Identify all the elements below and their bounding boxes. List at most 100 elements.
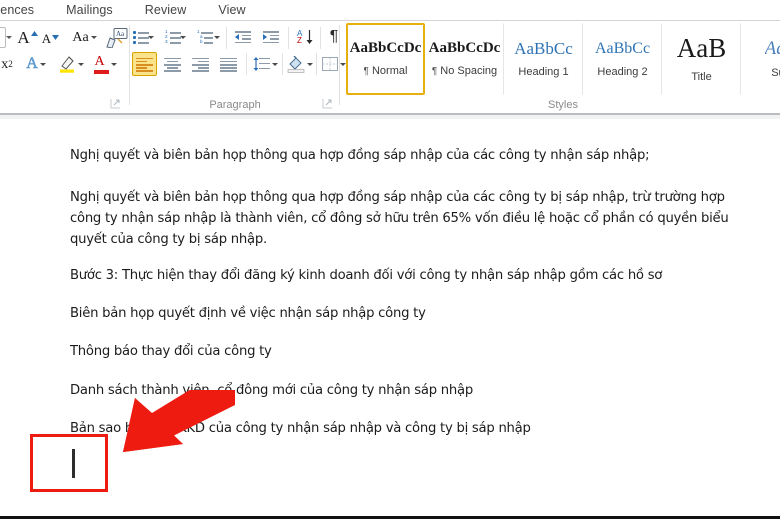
style-title[interactable]: AaB Title (662, 23, 741, 95)
decrease-indent-icon (235, 31, 252, 44)
multilevel-list-button[interactable]: 1 a b (196, 26, 221, 48)
grow-font-glyph: A (17, 28, 30, 47)
tab-mailings[interactable]: Mailings (50, 0, 129, 21)
paragraph-inner-divider-1 (226, 27, 227, 49)
text-cursor (72, 449, 75, 478)
font-dialog-launcher[interactable] (110, 98, 122, 110)
shading-icon (287, 55, 305, 73)
font-color-button[interactable]: A (92, 52, 118, 76)
bullets-icon (133, 30, 149, 44)
paragraph-styles-divider (339, 25, 340, 105)
style-heading-2[interactable]: AaBbCc Heading 2 (583, 23, 662, 95)
text-highlight-caret-icon (77, 62, 84, 66)
styles-group-label: Styles (548, 99, 578, 111)
styles-group: AaBbCcDc ¶ Normal AaBbCcDc ¶ No Spacing … (346, 21, 780, 113)
shrink-font-glyph: A (41, 31, 52, 46)
clear-formatting-button[interactable]: Aa (104, 25, 129, 50)
document-paragraph-2[interactable]: Nghị quyết và biên bản họp thông qua hợp… (70, 187, 750, 250)
align-center-button[interactable] (160, 52, 185, 76)
decrease-indent-button[interactable] (232, 26, 255, 48)
style-heading-1-label: Heading 1 (518, 66, 569, 78)
style-heading-2-label: Heading 2 (597, 65, 648, 78)
align-left-icon (136, 57, 153, 73)
document-paragraph-6[interactable]: Danh sách thành viên, cổ đông mới của cô… (70, 380, 770, 401)
style-subtitle-label: Sub (771, 67, 780, 79)
svg-text:Aa: Aa (116, 30, 125, 38)
style-no-spacing-label: ¶ No Spacing (431, 65, 498, 77)
numbering-button[interactable]: 1 2 3 (164, 26, 187, 48)
paragraph-inner-divider-4 (246, 53, 247, 75)
document-paragraph-7[interactable]: Bản sao hợp lệ ĐKKD của công ty nhận sáp… (70, 418, 770, 439)
superscript-button[interactable]: x 2 (0, 53, 20, 76)
style-title-label: Title (691, 71, 712, 83)
sort-button[interactable]: A Z (294, 26, 317, 48)
justify-button[interactable] (216, 52, 241, 76)
change-case-button[interactable]: Aa (68, 26, 101, 49)
style-no-spacing[interactable]: AaBbCcDc ¶ No Spacing (425, 23, 504, 95)
line-spacing-button[interactable] (252, 52, 279, 76)
multilevel-list-caret-icon (214, 35, 220, 39)
style-subtitle[interactable]: AaB Sub (741, 23, 780, 95)
borders-icon (321, 57, 338, 71)
document-paragraph-1[interactable]: Nghị quyết và biên bản họp thông qua hợp… (70, 145, 770, 166)
word-window: rences Mailings Review View A (0, 0, 780, 520)
align-right-icon (192, 57, 209, 73)
align-center-icon (164, 57, 181, 73)
font-size-dropdown-caret[interactable] (2, 27, 14, 48)
document-paragraph-3[interactable]: Bước 3: Thực hiện thay đổi đăng ký kinh … (70, 265, 770, 286)
clear-formatting-icon: Aa (105, 27, 127, 48)
ribbon-groups: A A Aa Aa x 2 A A 1 2 3 1 a b A Z ¶ Para… (0, 21, 780, 113)
style-title-preview: AaB (676, 35, 727, 62)
text-effects-caret-icon (39, 62, 46, 66)
shrink-font-arrow-icon (52, 34, 60, 40)
shrink-font-button[interactable]: A (40, 27, 61, 50)
font-color-icon: A (93, 54, 109, 74)
bullets-button[interactable] (132, 26, 155, 48)
borders-button[interactable] (320, 52, 347, 76)
tab-view[interactable]: View (202, 0, 261, 21)
line-spacing-caret-icon (272, 62, 278, 66)
align-left-button[interactable] (132, 52, 157, 76)
sort-icon: A Z (297, 29, 314, 45)
line-spacing-icon (253, 57, 270, 71)
document-paragraph-4[interactable]: Biên bản họp quyết định về việc nhận sáp… (70, 303, 770, 324)
grow-font-button[interactable]: A (16, 26, 39, 49)
style-heading-2-preview: AaBbCc (594, 40, 651, 57)
tab-references[interactable]: rences (0, 0, 50, 21)
paragraph-group-label: Paragraph (209, 99, 261, 111)
styles-gallery: AaBbCcDc ¶ Normal AaBbCcDc ¶ No Spacing … (346, 23, 780, 95)
style-normal-preview: AaBbCcDc (349, 41, 422, 56)
style-normal[interactable]: AaBbCcDc ¶ Normal (346, 23, 425, 95)
text-effects-glyph: A (26, 55, 38, 72)
paragraph-inner-divider-3 (320, 27, 321, 49)
tab-review[interactable]: Review (129, 0, 203, 21)
style-normal-label: ¶ Normal (363, 65, 408, 77)
document-paragraph-5[interactable]: Thông báo thay đổi của công ty (70, 341, 770, 362)
text-effects-button[interactable]: A (24, 52, 48, 76)
style-heading-1[interactable]: AaBbCc Heading 1 (504, 23, 583, 95)
show-formatting-marks-button[interactable]: ¶ (324, 26, 344, 48)
grow-font-arrow-icon (30, 30, 38, 36)
multilevel-list-icon: 1 a b (197, 29, 213, 44)
bottom-border (0, 516, 780, 519)
style-heading-1-preview: AaBbCc (514, 40, 573, 57)
text-highlight-icon (59, 55, 76, 73)
paragraph-inner-divider-5 (282, 53, 283, 75)
shading-caret-icon (306, 62, 313, 66)
increase-indent-button[interactable] (260, 26, 283, 48)
style-no-spacing-preview: AaBbCcDc (428, 41, 501, 56)
paragraph-dialog-launcher[interactable] (322, 98, 334, 110)
text-highlight-button[interactable] (58, 52, 84, 76)
ribbon: rences Mailings Review View A (0, 0, 780, 119)
shading-button[interactable] (286, 52, 313, 76)
increase-indent-icon (263, 31, 280, 44)
document-canvas[interactable]: Nghị quyết và biên bản họp thông qua hợp… (0, 119, 780, 517)
numbering-icon: 1 2 3 (165, 29, 181, 44)
superscript-glyph: x (1, 56, 9, 72)
red-highlight-box (30, 434, 108, 492)
superscript-exponent: 2 (8, 59, 13, 69)
style-subtitle-preview: AaB (764, 39, 780, 58)
justify-icon (220, 57, 237, 73)
change-case-caret-icon (90, 36, 97, 39)
align-right-button[interactable] (188, 52, 213, 76)
